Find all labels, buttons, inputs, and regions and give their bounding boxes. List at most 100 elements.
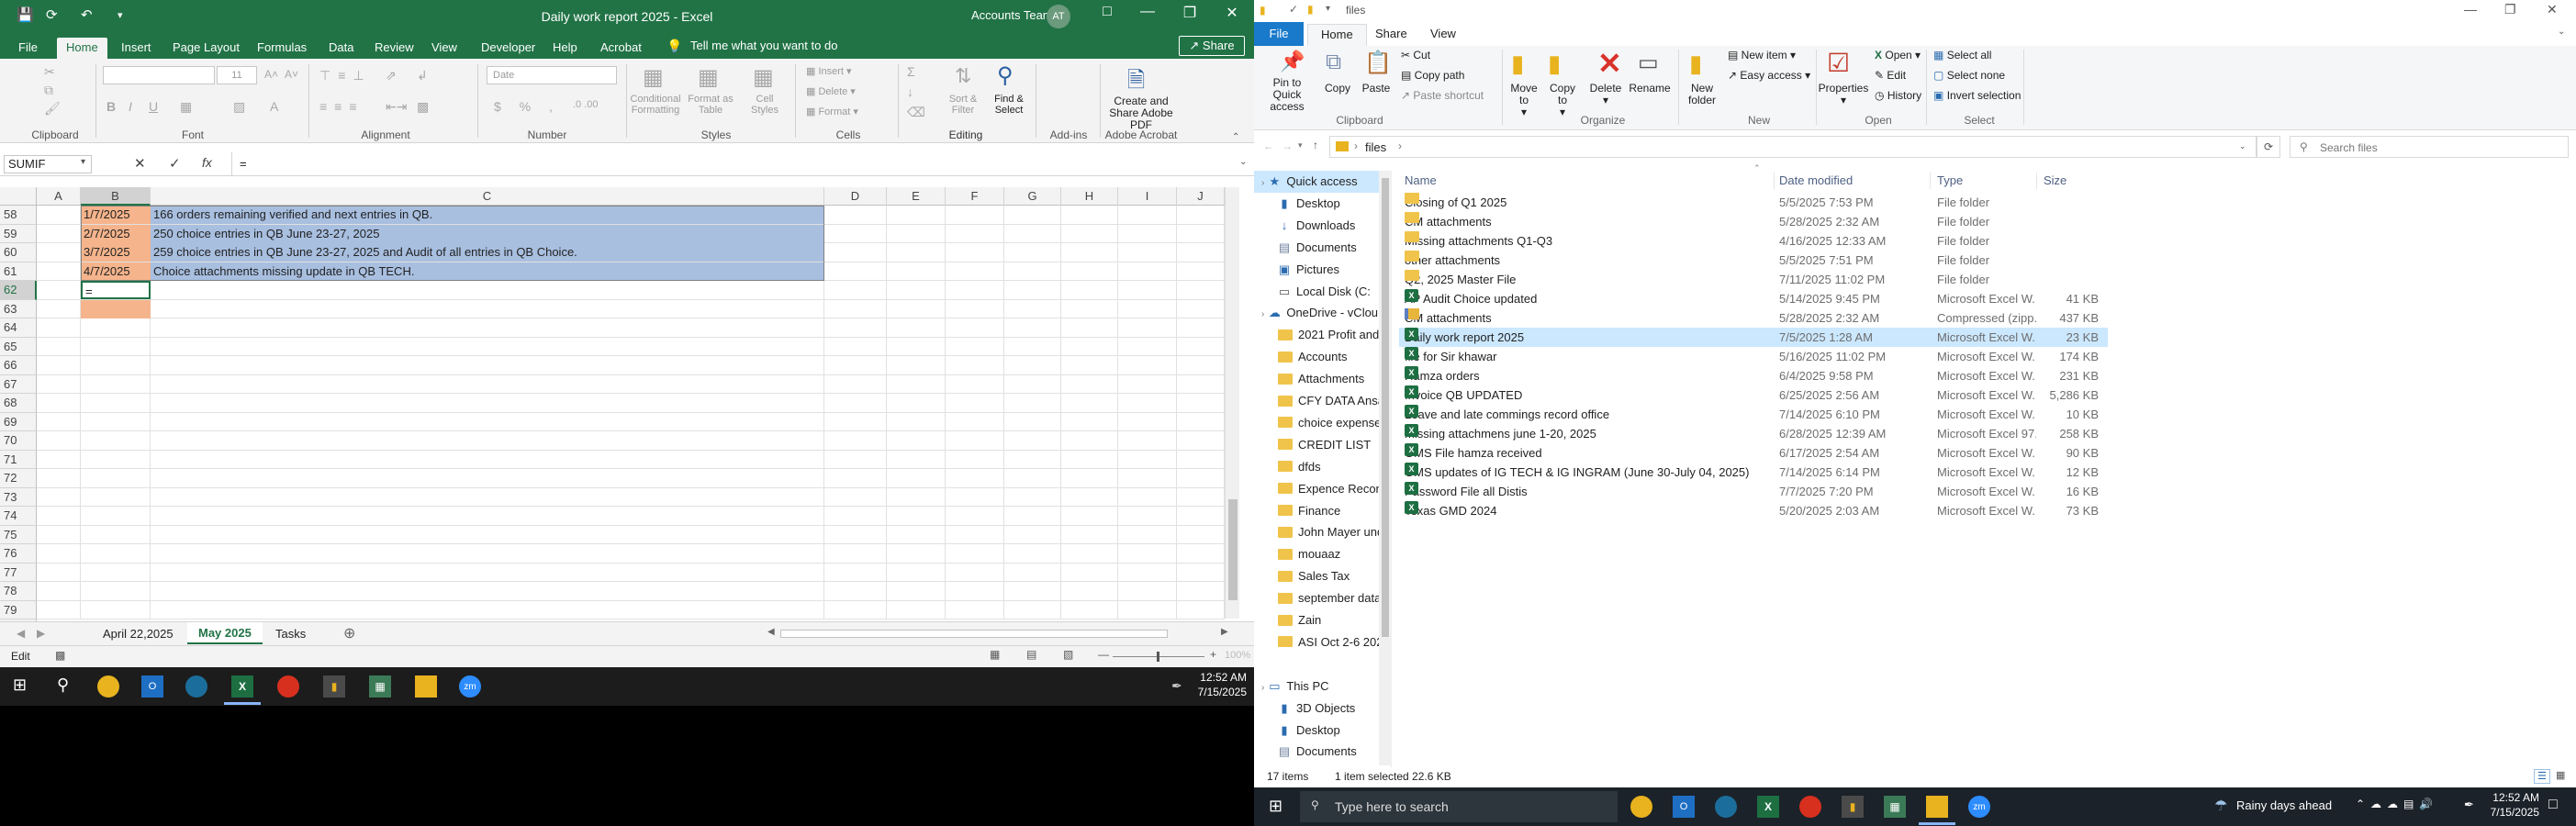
row-header[interactable]: 71 xyxy=(0,450,37,469)
row-header[interactable]: 69 xyxy=(0,412,37,431)
rename-button[interactable]: Rename xyxy=(1627,83,1673,95)
pen-icon[interactable]: ✒ xyxy=(1171,678,1182,694)
chrome-icon[interactable] xyxy=(97,675,119,698)
close-icon[interactable]: ✕ xyxy=(2547,2,2558,17)
excel-taskbar-icon[interactable]: X xyxy=(1757,796,1779,818)
row-header[interactable]: 66 xyxy=(0,356,37,375)
nav-item[interactable]: ▮ 3D Objects xyxy=(1254,698,1379,720)
active-cell[interactable]: = xyxy=(81,281,151,299)
column-divider[interactable] xyxy=(1930,173,1931,189)
file-row[interactable]: X OMS File hamza received 6/17/2025 2:54 A… xyxy=(1399,443,2108,463)
edge-icon[interactable] xyxy=(1715,796,1737,818)
row-header[interactable]: 61 xyxy=(0,262,37,281)
tab-view[interactable]: View xyxy=(422,38,466,59)
file-row[interactable]: Missing attachments Q1-Q3 4/16/2025 12:33… xyxy=(1399,231,2108,251)
file-row[interactable]: Q2, 2025 Master File 7/11/2025 11:02 PM Fi… xyxy=(1399,270,2108,289)
expand-chevron-icon[interactable]: › xyxy=(1261,309,1264,319)
avatar[interactable]: AT xyxy=(1047,5,1070,28)
forward-icon[interactable]: → xyxy=(1282,140,1293,152)
cancel-entry-icon[interactable]: ✕ xyxy=(134,155,146,172)
paste-button[interactable]: Paste xyxy=(1359,83,1394,95)
expand-ribbon-icon[interactable]: ⌄ xyxy=(2558,27,2565,37)
row-header[interactable]: 64 xyxy=(0,318,37,338)
pin-quick-access-button[interactable]: Pin to Quick access xyxy=(1258,77,1316,113)
tell-me-box[interactable]: Tell me what you want to do xyxy=(690,39,837,52)
column-header-date[interactable]: Date modified xyxy=(1779,171,1853,191)
copy-path-button[interactable]: ▤ Copy path xyxy=(1401,66,1464,84)
close-icon[interactable]: ✕ xyxy=(1214,4,1250,22)
name-box-dropdown-icon[interactable]: ▾ xyxy=(81,157,85,167)
zoom-in-icon[interactable]: + xyxy=(1210,648,1216,661)
date-cell[interactable]: 4/7/2025 xyxy=(81,262,151,281)
back-icon[interactable]: ← xyxy=(1263,140,1274,152)
pen-icon[interactable]: ✒ xyxy=(2464,798,2474,812)
paste-shortcut-button[interactable]: ↗ Paste shortcut xyxy=(1401,86,1484,105)
file-row[interactable]: CM attachments 5/28/2025 2:32 AM Compresse… xyxy=(1399,308,2108,328)
name-box[interactable]: SUMIF xyxy=(4,155,92,173)
open-button[interactable]: X Open ▾ xyxy=(1875,46,1921,64)
large-icons-view-icon[interactable]: ▦ xyxy=(2556,769,2565,781)
address-bar[interactable]: › files › ⌄ xyxy=(1329,136,2257,158)
tab-file[interactable]: File xyxy=(1254,22,1304,46)
file-row[interactable]: X Daily work report 2025 7/5/2025 1:28 AM M… xyxy=(1399,328,2108,347)
nav-item[interactable]: mouaaz xyxy=(1254,543,1379,565)
normal-view-icon[interactable]: ▦ xyxy=(990,648,1000,661)
system-tray-icons[interactable]: ⌃☁☁▤🔊 xyxy=(2356,798,2438,810)
page-layout-view-icon[interactable]: ▤ xyxy=(1026,648,1036,661)
cell-styles-button[interactable]: Cell Styles xyxy=(744,94,786,116)
rename-icon[interactable]: ▭ xyxy=(1638,50,1659,76)
merge-center-icon[interactable]: ▩ xyxy=(417,99,429,115)
file-row[interactable]: Xfile for Sir khawar 5/16/2025 11:02 PM Mi… xyxy=(1399,347,2108,366)
tab-formulas[interactable]: Formulas xyxy=(248,38,316,59)
column-header-f[interactable]: F xyxy=(946,187,1004,206)
format-as-table-icon[interactable]: ▦ xyxy=(698,64,719,91)
weather-text[interactable]: Rainy days ahead xyxy=(2236,798,2332,812)
up-icon[interactable]: ↑ xyxy=(1313,139,1318,151)
outlook-icon[interactable]: O xyxy=(1673,796,1695,818)
nav-item[interactable]: ▤ Documents xyxy=(1254,237,1379,259)
paste-icon[interactable]: 📋 xyxy=(1364,50,1392,76)
vertical-scroll-thumb[interactable] xyxy=(1228,499,1238,600)
format-as-table-button[interactable]: Format as Table xyxy=(685,94,736,116)
date-cell[interactable]: 1/7/2025 xyxy=(81,206,151,224)
file-row[interactable]: X Leave and late commings record office 7/… xyxy=(1399,405,2108,424)
vertical-align-icons[interactable]: ⊤≡⊥ xyxy=(319,68,372,84)
tab-review[interactable]: Review xyxy=(365,38,423,59)
file-explorer-icon[interactable] xyxy=(1926,796,1948,818)
history-button[interactable]: ◷ History xyxy=(1875,86,1921,105)
nav-item[interactable]: › ★ Quick access xyxy=(1254,171,1379,193)
app-icon[interactable]: ▮ xyxy=(1842,796,1864,818)
row-header[interactable]: 74 xyxy=(0,507,37,526)
copy-large-icon[interactable]: ⧉ xyxy=(1326,50,1341,75)
refresh-icon[interactable]: ⟳ xyxy=(2257,136,2280,158)
nav-item[interactable]: ▣ Pictures xyxy=(1254,259,1379,281)
new-sheet-icon[interactable]: ⊕ xyxy=(343,624,355,642)
nav-item[interactable]: CREDIT LIST xyxy=(1254,434,1379,456)
nav-item[interactable]: CFY DATA Ansar xyxy=(1254,390,1379,412)
move-to-button[interactable]: Move to ▾ xyxy=(1506,83,1542,118)
row-header[interactable]: 76 xyxy=(0,544,37,564)
file-row[interactable]: X OMS updates of IG TECH & IG INGRAM (Jun… xyxy=(1399,463,2108,482)
find-select-icon[interactable]: ⚲ xyxy=(997,62,1014,89)
column-header-name[interactable]: Name xyxy=(1405,171,1437,191)
new-folder-icon[interactable]: ▮ xyxy=(1689,50,1702,78)
tab-share[interactable]: Share xyxy=(1362,24,1420,46)
nav-item[interactable]: ASI Oct 2-6 2023 xyxy=(1254,631,1379,653)
nav-item[interactable]: Attachments xyxy=(1254,368,1379,390)
nav-item[interactable]: John Mayer und xyxy=(1254,521,1379,543)
file-row[interactable]: CM attachments 5/28/2025 2:32 AM File fold… xyxy=(1399,212,2108,231)
scroll-right-icon[interactable]: ▶ xyxy=(1221,627,1228,637)
sheet-tab-may[interactable]: May 2025 xyxy=(187,622,263,644)
horizontal-align-icons[interactable]: ≡≡≡ xyxy=(319,99,364,114)
fill-color-icon[interactable]: ▨ xyxy=(233,99,245,115)
fill-icon[interactable]: ↓ xyxy=(907,84,913,99)
cut-button[interactable]: ✂ Cut xyxy=(1401,46,1430,64)
expand-chevron-icon[interactable]: › xyxy=(1261,178,1264,188)
row-header[interactable]: 70 xyxy=(0,431,37,451)
column-header-g[interactable]: G xyxy=(1004,187,1061,206)
properties-qa-icon[interactable]: ✓ xyxy=(1289,3,1298,16)
insert-cells-button[interactable]: ▦ Insert ▾ xyxy=(806,66,852,77)
copy-button[interactable]: Copy xyxy=(1320,83,1355,95)
row-header[interactable]: 60 xyxy=(0,243,37,262)
new-folder-qa-icon[interactable]: ▮ xyxy=(1307,3,1314,16)
